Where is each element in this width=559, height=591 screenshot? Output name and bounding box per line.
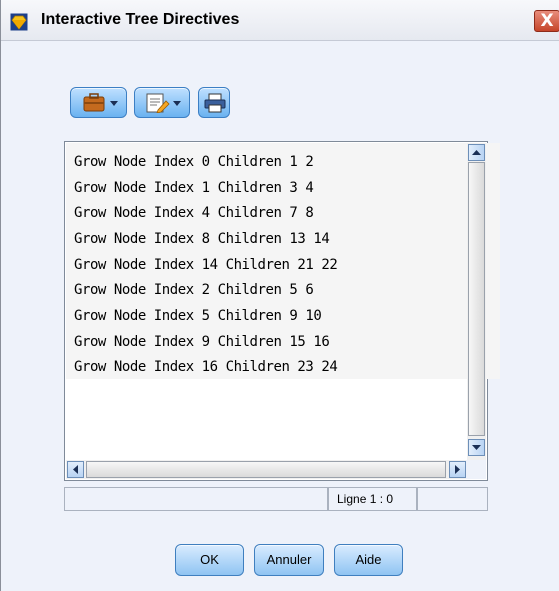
diamond-app-icon: [10, 13, 28, 31]
horizontal-scrollbar[interactable]: [66, 460, 468, 479]
title-bar[interactable]: Interactive Tree Directives X: [1, 0, 559, 41]
window-title: Interactive Tree Directives: [41, 11, 240, 28]
ok-button[interactable]: OK: [175, 544, 244, 576]
scrollbar-corner: [466, 460, 486, 479]
directive-line: Grow Node Index 1 Children 3 4: [74, 180, 314, 196]
status-cell-empty: [64, 487, 328, 511]
scroll-right-button[interactable]: [449, 461, 466, 478]
close-button[interactable]: X: [534, 10, 559, 32]
directive-line: Grow Node Index 14 Children 21 22: [74, 257, 338, 273]
edit-document-dropdown-icon: [146, 93, 181, 113]
arrow-down-icon: [472, 445, 481, 450]
briefcase-menu-button[interactable]: [70, 87, 127, 118]
arrow-right-icon: [455, 465, 460, 474]
directive-line: Grow Node Index 0 Children 1 2: [74, 154, 314, 170]
arrow-left-icon: [73, 465, 78, 474]
directive-line: Grow Node Index 2 Children 5 6: [74, 282, 314, 298]
dialog-window: Interactive Tree Directives X Grow Node …: [0, 0, 559, 591]
directive-line: Grow Node Index 4 Children 7 8: [74, 205, 314, 221]
arrow-up-icon: [472, 150, 481, 155]
vertical-scroll-thumb[interactable]: [468, 162, 485, 436]
horizontal-scroll-thumb[interactable]: [86, 461, 446, 478]
scroll-left-button[interactable]: [67, 461, 84, 478]
directive-line: Grow Node Index 8 Children 13 14: [74, 231, 330, 247]
scroll-down-button[interactable]: [468, 439, 485, 456]
print-icon: [204, 93, 226, 113]
edit-menu-button[interactable]: [134, 87, 190, 118]
close-icon: X: [540, 11, 554, 31]
directives-text-area[interactable]: Grow Node Index 0 Children 1 2 Grow Node…: [64, 141, 500, 481]
directives-lines: Grow Node Index 0 Children 1 2 Grow Node…: [66, 143, 500, 379]
print-button[interactable]: [198, 87, 230, 118]
directive-line: Grow Node Index 5 Children 9 10: [74, 308, 322, 324]
cursor-position-status: Ligne 1 : 0: [328, 487, 417, 511]
cursor-position-label: Ligne 1 : 0: [337, 492, 394, 506]
status-cell-extra: [417, 487, 488, 511]
scroll-up-button[interactable]: [468, 144, 485, 161]
directive-line: Grow Node Index 9 Children 15 16: [74, 334, 330, 350]
directive-line: Grow Node Index 16 Children 23 24: [74, 359, 338, 375]
help-button[interactable]: Aide: [334, 544, 403, 576]
briefcase-dropdown-icon: [83, 93, 118, 112]
cancel-button[interactable]: Annuler: [254, 544, 324, 576]
vertical-scrollbar[interactable]: [467, 143, 486, 460]
